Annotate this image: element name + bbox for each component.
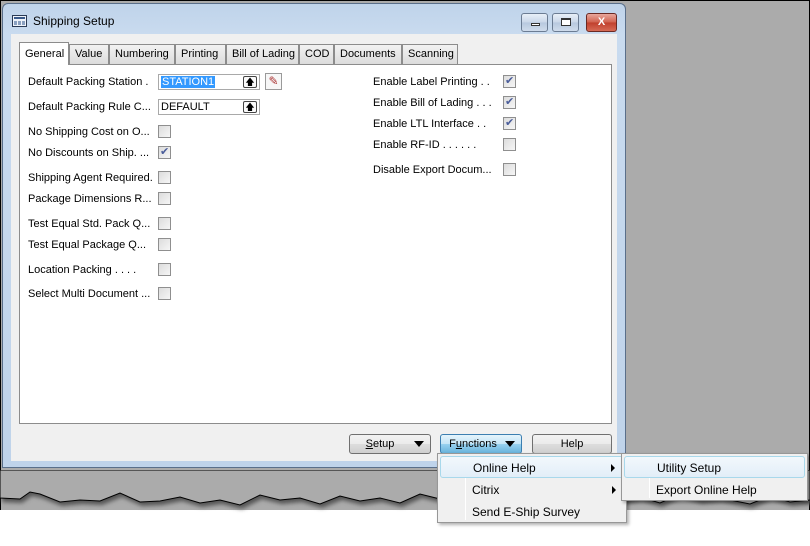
functions-button[interactable]: Functions xyxy=(440,434,522,454)
menu-item-citrix[interactable]: Citrix xyxy=(440,479,624,501)
tab-numbering[interactable]: Numbering xyxy=(109,44,175,64)
title-bar[interactable]: Shipping Setup X xyxy=(3,4,625,34)
chevron-down-icon xyxy=(505,441,515,447)
enable-bill-of-lading-label: Enable Bill of Lading . . . xyxy=(373,97,492,109)
online-help-submenu: Utility Setup Export Online Help xyxy=(621,453,808,501)
package-dimensions-checkbox[interactable] xyxy=(158,192,171,205)
disable-export-documents-checkbox[interactable] xyxy=(503,163,516,176)
edit-pencil-icon[interactable]: ✎ xyxy=(265,73,282,90)
tab-printing[interactable]: Printing xyxy=(175,44,226,64)
general-tab-panel: Default Packing Station . STATION1 🡅 ✎ D… xyxy=(19,64,612,424)
enable-label-printing-label: Enable Label Printing . . xyxy=(373,76,490,88)
no-discounts-checkbox[interactable] xyxy=(158,145,171,159)
no-discounts-label: No Discounts on Ship. ... xyxy=(28,147,150,159)
minimize-icon xyxy=(531,23,540,26)
submenu-arrow-icon xyxy=(611,464,615,472)
default-packing-station-field[interactable]: STATION1 🡅 xyxy=(158,74,260,90)
form-icon xyxy=(12,15,27,27)
no-shipping-cost-checkbox[interactable] xyxy=(158,125,171,138)
test-equal-std-pack-label: Test Equal Std. Pack Q... xyxy=(28,218,151,230)
menu-item-export-online-help[interactable]: Export Online Help xyxy=(624,479,805,501)
location-packing-label: Location Packing . . . . xyxy=(28,264,137,276)
tab-documents[interactable]: Documents xyxy=(334,44,402,64)
tab-scanning[interactable]: Scanning xyxy=(402,44,458,64)
tab-value[interactable]: Value xyxy=(69,44,109,64)
lookup-arrow-icon[interactable]: 🡅 xyxy=(243,101,257,113)
functions-menu: Online Help Citrix Send E-Ship Survey xyxy=(437,453,627,523)
window-client-area: General Value Numbering Printing Bill of… xyxy=(11,34,617,461)
submenu-arrow-icon xyxy=(612,486,616,494)
select-multi-document-label: Select Multi Document ... xyxy=(28,288,151,300)
location-packing-checkbox[interactable] xyxy=(158,263,171,276)
enable-ltl-interface-label: Enable LTL Interface . . xyxy=(373,118,487,130)
test-equal-std-pack-checkbox[interactable] xyxy=(158,217,171,230)
close-icon: X xyxy=(597,16,606,28)
tab-cod[interactable]: COD xyxy=(299,44,334,64)
test-equal-package-label: Test Equal Package Q... xyxy=(28,239,147,251)
tab-bill-of-lading[interactable]: Bill of Lading xyxy=(226,44,299,64)
default-packing-rule-value: DEFAULT xyxy=(161,101,210,113)
maximize-icon xyxy=(561,18,571,26)
help-button-label: Help xyxy=(560,438,584,450)
maximize-button[interactable] xyxy=(552,13,579,32)
enable-rf-id-label: Enable RF-ID . . . . . . xyxy=(373,139,477,151)
enable-label-printing-checkbox[interactable] xyxy=(503,74,516,88)
enable-ltl-interface-checkbox[interactable] xyxy=(503,116,516,130)
setup-button[interactable]: Setup xyxy=(349,434,431,454)
help-button[interactable]: Help xyxy=(532,434,612,454)
chevron-down-icon xyxy=(414,441,424,447)
tab-general[interactable]: General xyxy=(19,42,69,65)
enable-rf-id-checkbox[interactable] xyxy=(503,138,516,151)
shipping-setup-window: Shipping Setup X General Value Numbering… xyxy=(2,3,626,468)
default-packing-rule-label: Default Packing Rule C... xyxy=(28,101,151,113)
default-packing-rule-field[interactable]: DEFAULT 🡅 xyxy=(158,99,260,115)
disable-export-documents-label: Disable Export Docum... xyxy=(373,164,492,176)
minimize-button[interactable] xyxy=(521,13,548,32)
default-packing-station-value: STATION1 xyxy=(161,76,216,88)
shipping-agent-required-label: Shipping Agent Required. xyxy=(28,172,153,184)
package-dimensions-label: Package Dimensions R... xyxy=(28,193,152,205)
lookup-arrow-icon[interactable]: 🡅 xyxy=(243,76,257,88)
test-equal-package-checkbox[interactable] xyxy=(158,238,171,251)
menu-item-send-eship-survey[interactable]: Send E-Ship Survey xyxy=(440,501,624,523)
shipping-agent-required-checkbox[interactable] xyxy=(158,171,171,184)
enable-bill-of-lading-checkbox[interactable] xyxy=(503,95,516,109)
no-shipping-cost-label: No Shipping Cost on O... xyxy=(28,126,150,138)
window-title: Shipping Setup xyxy=(33,14,115,28)
menu-item-online-help[interactable]: Online Help xyxy=(440,456,624,478)
menu-item-utility-setup[interactable]: Utility Setup xyxy=(624,456,805,478)
select-multi-document-checkbox[interactable] xyxy=(158,287,171,300)
close-button[interactable]: X xyxy=(586,13,617,32)
default-packing-station-label: Default Packing Station . xyxy=(28,76,149,88)
